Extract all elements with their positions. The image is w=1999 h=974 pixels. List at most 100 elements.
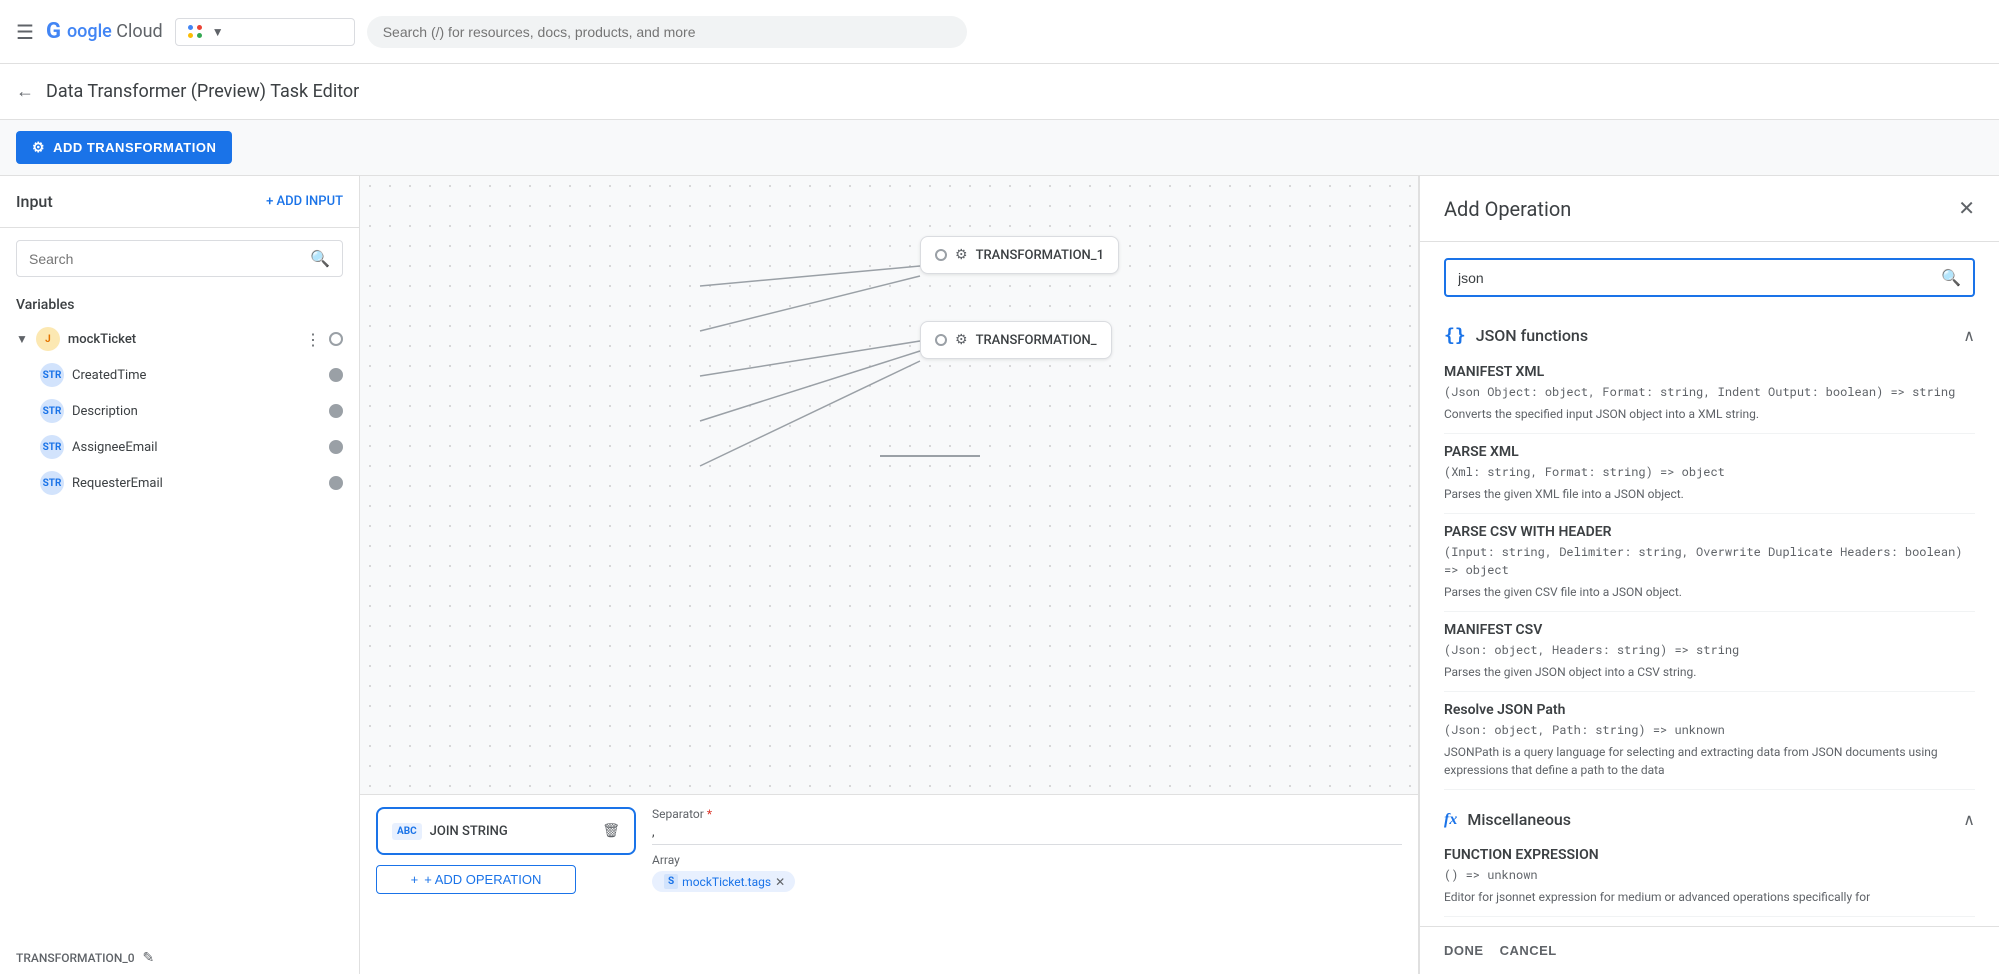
google-logo-g: G	[46, 19, 61, 44]
op-manifest-xml-name: MANIFEST XML	[1444, 364, 1975, 380]
add-input-button[interactable]: + ADD INPUT	[266, 194, 343, 209]
tag-type-icon: S	[664, 874, 678, 889]
op-resolve-json-path[interactable]: Resolve JSON Path (Json: object, Path: s…	[1444, 692, 1975, 790]
required-marker: *	[707, 807, 712, 821]
op-manifest-csv[interactable]: MANIFEST CSV (Json: object, Headers: str…	[1444, 612, 1975, 692]
main-toolbar: ⚙ ADD TRANSFORMATION	[0, 120, 1999, 176]
operation-search-icon: 🔍	[1941, 268, 1961, 287]
canvas-grid: ⚙ TRANSFORMATION_1 ⚙ TRANSFORMATION_ ABC…	[360, 176, 1418, 974]
json-category-chevron-icon[interactable]: ∧	[1963, 326, 1975, 345]
canvas-area[interactable]: ⚙ TRANSFORMATION_1 ⚙ TRANSFORMATION_ ABC…	[360, 176, 1419, 974]
op-manifest-xml-signature: (Json Object: object, Format: string, In…	[1444, 383, 1975, 401]
delete-icon[interactable]: 🗑	[602, 823, 620, 839]
variables-search-box[interactable]: 🔍	[16, 240, 343, 277]
op-resolve-json-path-description: JSONPath is a query language for selecti…	[1444, 743, 1975, 779]
transformation-node-1-label: TRANSFORMATION_1	[976, 248, 1104, 263]
variable-name-mock-ticket: mockTicket	[68, 332, 297, 347]
op-manifest-xml-description: Converts the specified input JSON object…	[1444, 405, 1975, 423]
node-gear-icon: ⚙	[955, 247, 968, 263]
breadcrumb-bar: ← Data Transformer (Preview) Task Editor	[0, 64, 1999, 120]
json-category-title: JSON functions	[1476, 326, 1588, 345]
misc-category-chevron-icon[interactable]: ∧	[1963, 810, 1975, 829]
close-panel-button[interactable]: ✕	[1958, 196, 1975, 221]
variables-title: Variables	[16, 297, 343, 313]
op-parse-csv-with-header[interactable]: PARSE CSV WITH HEADER (Input: string, De…	[1444, 514, 1975, 612]
project-chevron-icon: ▼	[212, 25, 224, 39]
transformation-node-2[interactable]: ⚙ TRANSFORMATION_	[920, 321, 1112, 359]
operations-list[interactable]: {} JSON functions ∧ MANIFEST XML (Json O…	[1420, 313, 1999, 926]
operation-search-input[interactable]	[1458, 270, 1933, 286]
expand-arrow-icon[interactable]: ▼	[16, 332, 28, 346]
variable-type-icon-str: STR	[40, 363, 64, 387]
array-tags: S mockTicket.tags ✕	[652, 871, 1402, 892]
back-arrow-icon[interactable]: ←	[16, 81, 34, 102]
search-icon: 🔍	[310, 249, 330, 268]
op-manifest-csv-signature: (Json: object, Headers: string) => strin…	[1444, 641, 1975, 659]
variable-type-icon-str-4: STR	[40, 471, 64, 495]
right-panel-add-operation: Add Operation ✕ 🔍 {} JSON functions ∧	[1419, 176, 1999, 974]
separator-label: Separator *	[652, 807, 1402, 821]
add-transformation-button[interactable]: ⚙ ADD TRANSFORMATION	[16, 131, 232, 164]
op-parse-csv-name: PARSE CSV WITH HEADER	[1444, 524, 1975, 540]
global-search-bar[interactable]	[367, 16, 967, 48]
transformation-node-2-label: TRANSFORMATION_	[976, 333, 1097, 348]
variable-mock-ticket: ▼ J mockTicket ⋮	[16, 321, 343, 357]
main-content: Input + ADD INPUT 🔍 Variables ▼ J mockTi…	[0, 176, 1999, 974]
transformation-node-1[interactable]: ⚙ TRANSFORMATION_1	[920, 236, 1119, 274]
bottom-panel: ABC JOIN STRING 🗑 + + ADD OPERATION Sepa…	[360, 794, 1418, 974]
project-selector[interactable]: ▼	[175, 18, 355, 46]
tag-label: mockTicket.tags	[682, 875, 771, 889]
left-panel-header: Input + ADD INPUT	[0, 176, 359, 228]
transformation-label-area: TRANSFORMATION_0 ✎	[0, 942, 359, 974]
variable-menu-icon[interactable]: ⋮	[305, 330, 321, 349]
add-operation-title: Add Operation	[1444, 197, 1571, 221]
input-section-title: Input	[16, 192, 53, 211]
variable-connector-dot	[329, 332, 343, 346]
json-functions-category-header[interactable]: {} JSON functions ∧	[1444, 313, 1975, 354]
op-function-expression[interactable]: FUNCTION EXPRESSION () => unknown Editor…	[1444, 837, 1975, 917]
op-manifest-xml[interactable]: MANIFEST XML (Json Object: object, Forma…	[1444, 354, 1975, 434]
variable-requester-email: STR RequesterEmail	[40, 465, 343, 501]
op-parse-csv-signature: (Input: string, Delimiter: string, Overw…	[1444, 543, 1975, 579]
hamburger-menu-icon[interactable]: ☰	[16, 20, 34, 44]
gear-icon: ⚙	[32, 139, 45, 156]
node-gear-icon-2: ⚙	[955, 332, 968, 348]
variable-type-icon-json: J	[36, 327, 60, 351]
add-operation-button[interactable]: + + ADD OPERATION	[376, 865, 576, 894]
op-parse-xml-signature: (Xml: string, Format: string) => object	[1444, 463, 1975, 481]
separator-value[interactable]: ,	[652, 825, 1402, 845]
array-field-group: Array S mockTicket.tags ✕	[652, 853, 1402, 892]
add-operation-plus-icon: +	[411, 872, 419, 887]
node-input-dot	[935, 249, 947, 261]
edit-icon[interactable]: ✎	[143, 950, 155, 966]
json-operations-list: MANIFEST XML (Json Object: object, Forma…	[1444, 354, 1975, 790]
variable-name-description: Description	[72, 404, 321, 419]
done-button[interactable]: DONE	[1444, 943, 1484, 958]
variable-type-icon-str-3: STR	[40, 435, 64, 459]
variable-name-assignee-email: AssigneeEmail	[72, 440, 321, 455]
op-parse-xml-name: PARSE XML	[1444, 444, 1975, 460]
array-label: Array	[652, 853, 1402, 867]
right-panel-header: Add Operation ✕	[1420, 176, 1999, 242]
variable-name-requester-email: RequesterEmail	[72, 476, 321, 491]
global-search-input[interactable]	[383, 24, 951, 40]
op-parse-xml-description: Parses the given XML file into a JSON ob…	[1444, 485, 1975, 503]
mock-ticket-tags-chip[interactable]: S mockTicket.tags ✕	[652, 871, 795, 892]
variable-type-icon-str-2: STR	[40, 399, 64, 423]
variable-assignee-email: STR AssigneeEmail	[40, 429, 343, 465]
op-parse-xml[interactable]: PARSE XML (Xml: string, Format: string) …	[1444, 434, 1975, 514]
op-manifest-csv-name: MANIFEST CSV	[1444, 622, 1975, 638]
op-resolve-json-path-name: Resolve JSON Path	[1444, 702, 1975, 718]
right-panel-footer: DONE CANCEL	[1420, 926, 1999, 974]
variables-search-input[interactable]	[29, 251, 302, 267]
join-string-card[interactable]: ABC JOIN STRING 🗑	[376, 807, 636, 855]
separator-field-group: Separator * ,	[652, 807, 1402, 845]
abc-icon: ABC	[392, 823, 422, 840]
google-cloud-logo: G oogle Cloud	[46, 19, 163, 44]
variable-connector-dot-description	[329, 404, 343, 418]
operation-search-box[interactable]: 🔍	[1444, 258, 1975, 297]
cancel-button[interactable]: CANCEL	[1500, 943, 1557, 958]
op-manifest-csv-description: Parses the given JSON object into a CSV …	[1444, 663, 1975, 681]
miscellaneous-category-header[interactable]: fx Miscellaneous ∧	[1444, 798, 1975, 837]
tag-close-icon[interactable]: ✕	[775, 875, 785, 889]
